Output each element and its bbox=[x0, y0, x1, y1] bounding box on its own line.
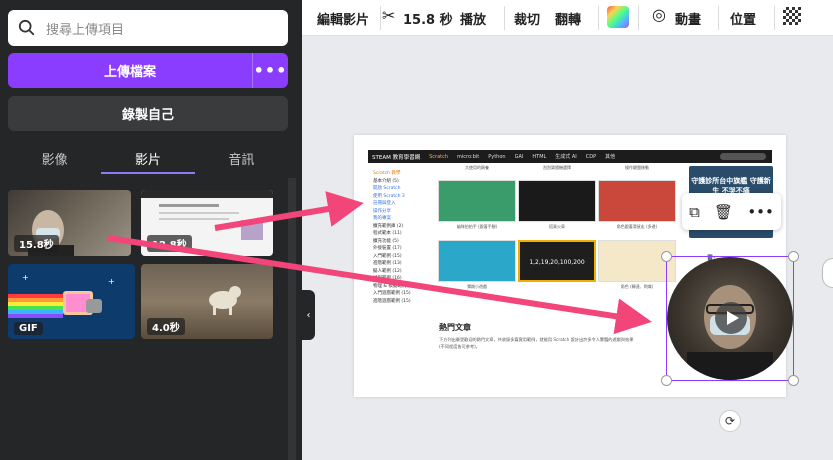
arrow-to-video bbox=[107, 235, 652, 335]
annotation-arrows bbox=[107, 191, 652, 335]
arrow-to-sidebar bbox=[214, 191, 364, 231]
